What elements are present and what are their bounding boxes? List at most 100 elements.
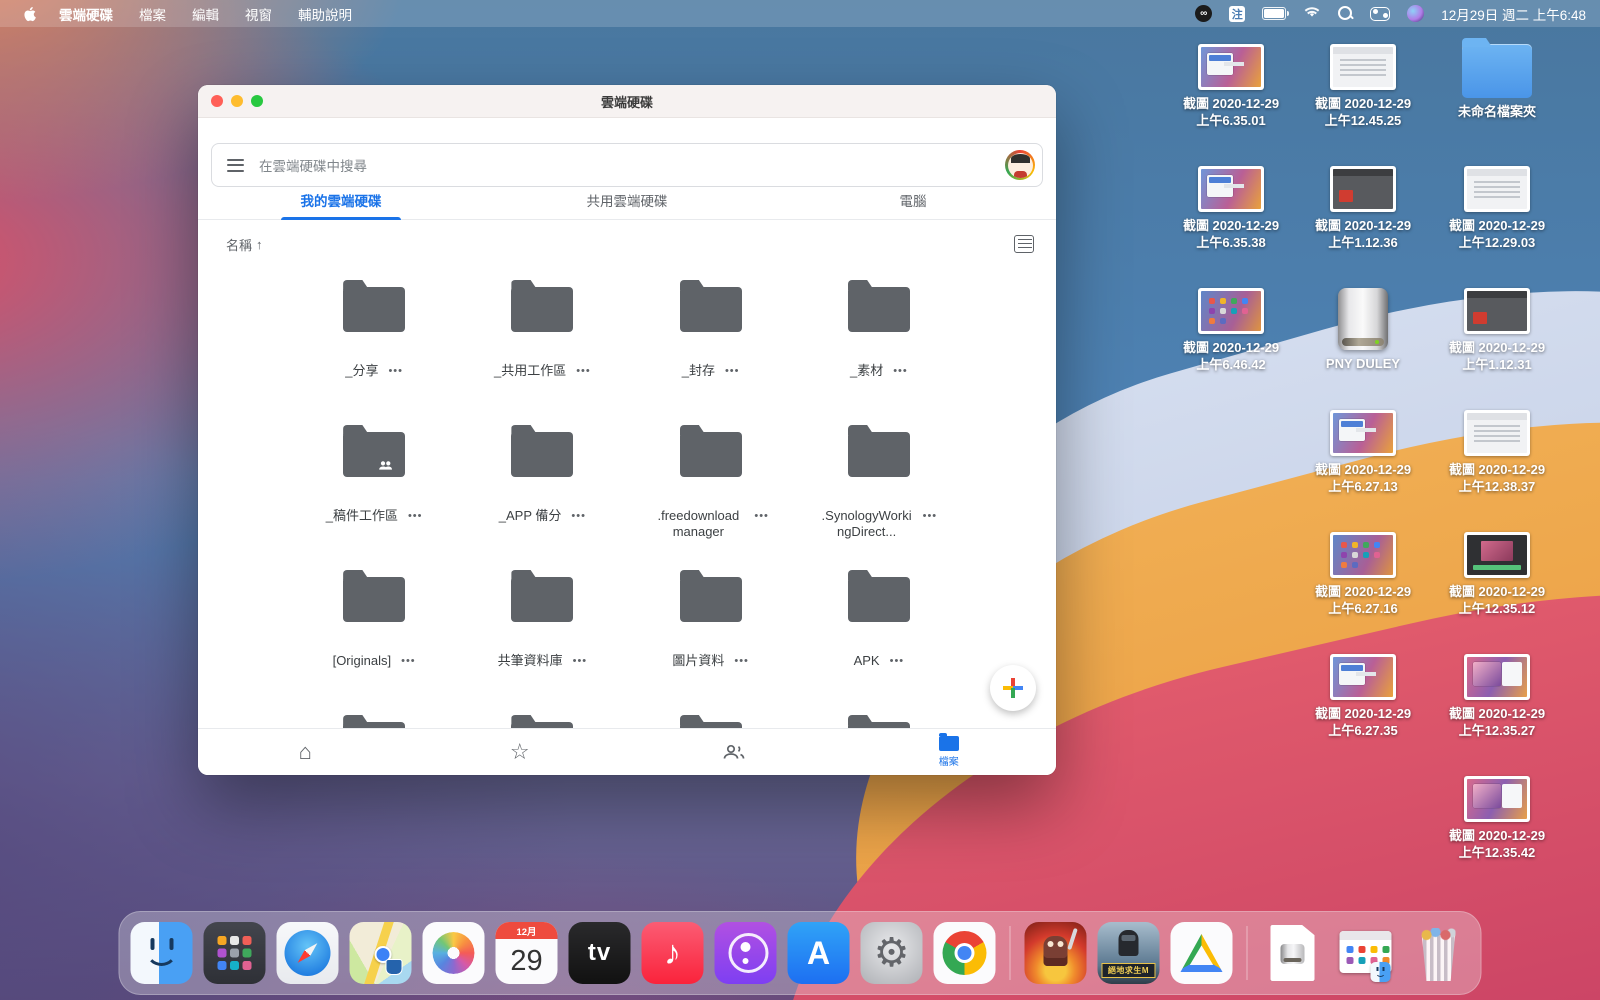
dock-chrome-icon[interactable] xyxy=(934,922,996,984)
dock-podcasts-icon[interactable] xyxy=(715,922,777,984)
minimize-button[interactable] xyxy=(231,95,243,107)
sort-by-name-button[interactable]: 名稱 ↑ xyxy=(226,235,263,254)
desktop-icon-shot-launchpad[interactable]: 截圖 2020-12-29上午6.46.42 xyxy=(1165,288,1297,373)
more-options-button[interactable]: ••• xyxy=(890,653,905,669)
desktop-icon-drive[interactable]: PNY DULEY xyxy=(1297,288,1429,372)
control-center-icon[interactable] xyxy=(1370,7,1390,21)
drive-folder-item[interactable]: _稿件工作區••• xyxy=(290,423,458,568)
dock-trash-icon[interactable] xyxy=(1408,922,1470,984)
screenshot-thumbnail xyxy=(1198,44,1264,90)
account-avatar[interactable] xyxy=(1005,150,1035,180)
drive-search-bar[interactable]: 在雲端硬碟中搜尋 xyxy=(211,143,1043,187)
more-options-button[interactable]: ••• xyxy=(923,508,938,524)
more-options-button[interactable]: ••• xyxy=(754,508,769,524)
nav-files[interactable]: 檔案 xyxy=(842,729,1057,775)
dock-game-pubg-icon[interactable]: 絕地求生M xyxy=(1098,922,1160,984)
dock-calendar-icon[interactable]: 12月29 xyxy=(496,922,558,984)
menu-hamburger-icon[interactable] xyxy=(227,159,244,172)
drive-folder-item-partial[interactable] xyxy=(627,713,795,729)
zoom-button[interactable] xyxy=(251,95,263,107)
desktop-icon-shot-anime[interactable]: 截圖 2020-12-29上午12.35.42 xyxy=(1431,776,1563,861)
more-options-button[interactable]: ••• xyxy=(408,508,423,524)
nav-shared[interactable] xyxy=(627,729,842,775)
menu-edit[interactable]: 編輯 xyxy=(181,4,230,24)
tab-我的雲端硬碟[interactable]: 我的雲端硬碟 xyxy=(198,189,484,219)
more-options-button[interactable]: ••• xyxy=(576,363,591,379)
desktop-icon-shot-bigsur[interactable]: 截圖 2020-12-29上午6.27.13 xyxy=(1297,410,1429,495)
drive-folder-item[interactable]: _封存••• xyxy=(627,278,795,423)
drive-folder-item-partial[interactable] xyxy=(290,713,458,729)
screenshot-preview xyxy=(1467,291,1527,331)
drive-folder-item[interactable]: 圖片資料••• xyxy=(627,568,795,713)
nav-starred[interactable]: ☆ xyxy=(413,729,628,775)
dock-disk-image-file-icon[interactable] xyxy=(1262,922,1324,984)
drive-folder-item[interactable]: .SynologyWorkingDirect...••• xyxy=(795,423,963,568)
dock-app-store-icon[interactable]: A xyxy=(788,922,850,984)
drive-folder-item[interactable]: APK••• xyxy=(795,568,963,713)
dock-safari-icon[interactable] xyxy=(277,922,339,984)
menu-file[interactable]: 檔案 xyxy=(128,4,177,24)
desktop-icon-shot-video[interactable]: 截圖 2020-12-29上午12.35.12 xyxy=(1431,532,1563,617)
dock-apple-tv-icon[interactable]: tv xyxy=(569,922,631,984)
menu-help[interactable]: 輔助說明 xyxy=(287,4,363,24)
desktop-icon-shot-bigsur[interactable]: 截圖 2020-12-29上午6.35.38 xyxy=(1165,166,1297,251)
spotlight-search-icon[interactable] xyxy=(1338,6,1353,21)
desktop-icon-folder[interactable]: 未命名檔案夾 xyxy=(1431,44,1563,120)
battery-icon[interactable] xyxy=(1262,7,1286,20)
menu-app-name[interactable]: 雲端硬碟 xyxy=(48,4,124,24)
more-options-button[interactable]: ••• xyxy=(893,363,908,379)
chrome-center xyxy=(955,943,975,963)
drive-folder-item-partial[interactable] xyxy=(795,713,963,729)
desktop-icon-shot-anime[interactable]: 截圖 2020-12-29上午12.35.27 xyxy=(1431,654,1563,739)
more-options-button[interactable]: ••• xyxy=(388,363,403,379)
desktop-icon-shot-dark[interactable]: 截圖 2020-12-29上午1.12.31 xyxy=(1431,288,1563,373)
sort-row: 名稱 ↑ xyxy=(226,232,1034,256)
screenshot-thumbnail xyxy=(1330,654,1396,700)
drive-folder-item[interactable]: _分享••• xyxy=(290,278,458,423)
input-method-icon[interactable]: 注 xyxy=(1229,6,1245,22)
drive-folder-item[interactable]: .freedownloadmanager ••• xyxy=(627,423,795,568)
close-button[interactable] xyxy=(211,95,223,107)
drive-folder-item[interactable]: 共筆資料庫••• xyxy=(458,568,626,713)
drive-folder-item[interactable]: [Originals]••• xyxy=(290,568,458,713)
dock-google-drive-icon[interactable] xyxy=(1171,922,1233,984)
menu-window[interactable]: 視窗 xyxy=(234,4,283,24)
wifi-icon[interactable] xyxy=(1303,6,1321,22)
dock-launchpad-icon[interactable] xyxy=(204,922,266,984)
more-options-button[interactable]: ••• xyxy=(571,508,586,524)
desktop-icon-shot-launchpad[interactable]: 截圖 2020-12-29上午6.27.16 xyxy=(1297,532,1429,617)
more-options-button[interactable]: ••• xyxy=(734,653,749,669)
more-options-button[interactable]: ••• xyxy=(725,363,740,379)
window-titlebar[interactable]: 雲端硬碟 xyxy=(198,85,1056,118)
drive-folder-item[interactable]: _共用工作區••• xyxy=(458,278,626,423)
desktop-icon-shot-light[interactable]: 截圖 2020-12-29上午12.45.25 xyxy=(1297,44,1429,129)
nav-home[interactable]: ⌂ xyxy=(198,729,413,775)
desktop-icon-shot-light[interactable]: 截圖 2020-12-29上午12.29.03 xyxy=(1431,166,1563,251)
dock-system-preferences-icon[interactable]: ⚙ xyxy=(861,922,923,984)
dock-music-icon[interactable]: ♪ xyxy=(642,922,704,984)
more-options-button[interactable]: ••• xyxy=(401,653,416,669)
dock-finder-icon[interactable] xyxy=(131,922,193,984)
siri-icon[interactable] xyxy=(1407,5,1424,22)
more-options-button[interactable]: ••• xyxy=(573,653,588,669)
desktop-icon-shot-dark[interactable]: 截圖 2020-12-29上午1.12.36 xyxy=(1297,166,1429,251)
drive-folder-item[interactable]: _素材••• xyxy=(795,278,963,423)
dock-photos-icon[interactable] xyxy=(423,922,485,984)
menu-bar-clock[interactable]: 12月29日 週二 上午6:48 xyxy=(1441,4,1586,24)
desktop-icon-shot-bigsur[interactable]: 截圖 2020-12-29上午6.35.01 xyxy=(1165,44,1297,129)
folder-name: .freedownloadmanager xyxy=(652,508,744,540)
tab-電腦[interactable]: 電腦 xyxy=(770,189,1056,219)
dock-finder-window-shot-icon[interactable] xyxy=(1335,922,1397,984)
tab-共用雲端硬碟[interactable]: 共用雲端硬碟 xyxy=(484,189,770,219)
search-input[interactable]: 在雲端硬碟中搜尋 xyxy=(259,155,1005,175)
dock-game-rpg-icon[interactable] xyxy=(1025,922,1087,984)
drive-folder-item-partial[interactable] xyxy=(458,713,626,729)
dock-maps-icon[interactable] xyxy=(350,922,412,984)
list-view-toggle-icon[interactable] xyxy=(1014,235,1034,253)
drive-folder-item[interactable]: _APP 備分••• xyxy=(458,423,626,568)
creative-cloud-icon[interactable]: ∞ xyxy=(1195,5,1212,22)
new-item-fab[interactable] xyxy=(990,665,1036,711)
desktop-icon-shot-light[interactable]: 截圖 2020-12-29上午12.38.37 xyxy=(1431,410,1563,495)
desktop-icon-shot-bigsur[interactable]: 截圖 2020-12-29上午6.27.35 xyxy=(1297,654,1429,739)
apple-menu-icon[interactable] xyxy=(14,6,44,22)
